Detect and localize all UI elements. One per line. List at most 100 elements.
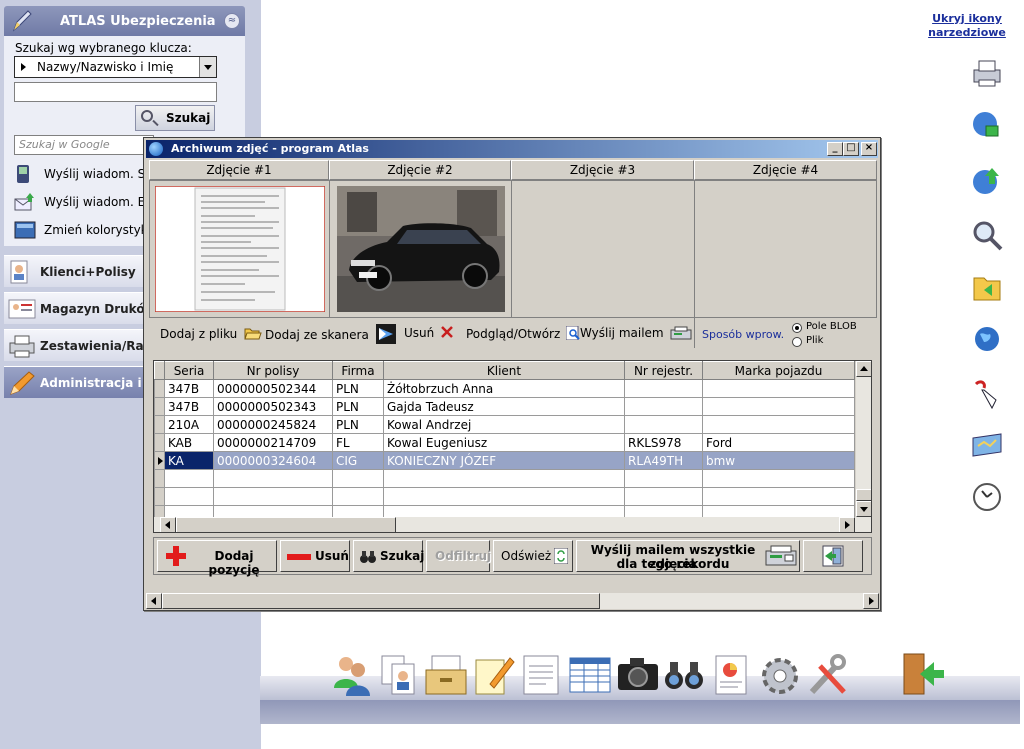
cell-company[interactable]: PLN — [332, 379, 384, 398]
exit-dialog-button[interactable] — [803, 540, 863, 572]
mode-blob-radio[interactable] — [792, 323, 802, 333]
cell-empty[interactable] — [213, 487, 333, 506]
cell-empty[interactable] — [624, 469, 703, 488]
cell-empty[interactable] — [164, 487, 214, 506]
cell-seria[interactable]: 210A — [164, 415, 214, 434]
refresh-button[interactable]: Odśwież — [493, 540, 573, 572]
cell-seria[interactable]: KAB — [164, 433, 214, 452]
cell-policy-number[interactable]: 0000000324604 — [213, 451, 333, 470]
scroll-down-button[interactable] — [856, 501, 871, 517]
clock-icon[interactable] — [970, 480, 1004, 514]
cell-policy-number[interactable]: 0000000214709 — [213, 433, 333, 452]
cell-company[interactable]: FL — [332, 433, 384, 452]
photo-1-header[interactable]: Zdjęcie #1 — [149, 160, 329, 180]
collapse-panel-button[interactable]: ≈ — [224, 13, 240, 29]
table-row[interactable]: 347B 0000000502344 PLN Żółtobrzuch Anna — [154, 379, 855, 398]
database-lock-icon[interactable] — [970, 108, 1004, 142]
table-row[interactable]: KAB 0000000214709 FL Kowal Eugeniusz RKL… — [154, 433, 855, 452]
grid-vertical-scrollbar[interactable] — [855, 361, 871, 517]
spreadsheet-icon[interactable] — [568, 652, 612, 698]
cell-seria[interactable]: KA — [164, 451, 214, 470]
cell-registration[interactable]: RKLS978 — [624, 433, 703, 452]
scroll-left-button[interactable] — [160, 517, 176, 532]
table-row-empty[interactable] — [154, 487, 855, 506]
cell-empty[interactable] — [332, 487, 384, 506]
search-key-select[interactable]: Nazwy/Nazwisko i Imię — [14, 56, 217, 78]
hide-toolbar-icons-link[interactable]: Ukryj ikony narzedziowe — [922, 12, 1012, 40]
printer-icon[interactable] — [970, 56, 1004, 90]
car-photo-thumbnail[interactable] — [337, 186, 505, 312]
row-indicator[interactable] — [154, 379, 165, 398]
cell-vehicle-make[interactable] — [702, 397, 855, 416]
col-registration[interactable]: Nr rejestr. — [624, 361, 703, 380]
col-policy-number[interactable]: Nr polisy — [213, 361, 333, 380]
dropdown-arrow-icon[interactable] — [199, 57, 216, 77]
globe-upload-icon[interactable] — [970, 164, 1004, 198]
cell-seria[interactable]: 347B — [164, 397, 214, 416]
scroll-thumb-horizontal[interactable] — [162, 593, 600, 609]
scroll-right-button[interactable] — [839, 517, 855, 532]
notes-icon[interactable] — [520, 652, 564, 698]
cell-registration[interactable] — [624, 379, 703, 398]
photo-slot-3[interactable] — [512, 181, 695, 317]
photo-slot-1[interactable] — [150, 181, 330, 317]
mode-file-radio[interactable] — [792, 337, 802, 347]
camera-icon[interactable] — [616, 652, 660, 698]
cell-company[interactable]: CIG — [332, 451, 384, 470]
row-indicator[interactable] — [154, 433, 165, 452]
edit-notepad-icon[interactable] — [472, 652, 516, 698]
cell-client[interactable]: Gajda Tadeusz — [383, 397, 625, 416]
tools-icon[interactable] — [806, 652, 850, 698]
archive-drawer-icon[interactable] — [424, 652, 468, 698]
scroll-left-button[interactable] — [146, 593, 162, 609]
photo-3-header[interactable]: Zdjęcie #3 — [511, 160, 694, 180]
document-scan-thumbnail[interactable] — [155, 186, 325, 312]
cell-empty[interactable] — [383, 469, 625, 488]
documents-user-icon[interactable] — [378, 652, 422, 698]
photo-4-header[interactable]: Zdjęcie #4 — [694, 160, 877, 180]
search-button[interactable]: Szukaj — [135, 105, 215, 131]
report-chart-icon[interactable] — [710, 652, 754, 698]
add-from-file-button[interactable]: Dodaj z pliku — [160, 326, 262, 341]
scroll-right-button[interactable] — [863, 593, 879, 609]
dialog-horizontal-scrollbar[interactable] — [146, 593, 879, 609]
preview-open-button[interactable]: Podgląd/Otwórz — [466, 325, 580, 341]
col-seria[interactable]: Seria — [164, 361, 214, 380]
cell-registration[interactable]: RLA49TH — [624, 451, 703, 470]
add-from-scanner-button[interactable]: Dodaj ze skanera — [265, 324, 396, 344]
cell-client[interactable]: Żółtobrzuch Anna — [383, 379, 625, 398]
cell-registration[interactable] — [624, 397, 703, 416]
delete-record-button[interactable]: Usuń — [280, 540, 350, 572]
scroll-thumb-horizontal[interactable] — [176, 517, 396, 532]
table-row[interactable]: 210A 0000000245824 PLN Kowal Andrzej — [154, 415, 855, 434]
row-indicator[interactable] — [154, 397, 165, 416]
globe-icon[interactable] — [970, 322, 1004, 356]
map-card-icon[interactable] — [970, 428, 1004, 462]
cell-empty[interactable] — [383, 487, 625, 506]
cell-policy-number[interactable]: 0000000502344 — [213, 379, 333, 398]
scroll-thumb[interactable] — [856, 489, 871, 501]
email-photo-button[interactable]: Wyślij mailem — [580, 326, 692, 340]
maximize-button[interactable]: □ — [843, 142, 859, 156]
col-vehicle-make[interactable]: Marka pojazdu — [702, 361, 855, 380]
scroll-up-button[interactable] — [856, 361, 871, 377]
cell-seria[interactable]: 347B — [164, 379, 214, 398]
photo-slot-4[interactable] — [695, 181, 876, 317]
binoculars-icon[interactable] — [662, 652, 706, 698]
cell-company[interactable]: PLN — [332, 397, 384, 416]
add-record-button[interactable]: Dodaj pozycję — [157, 540, 277, 577]
grid-horizontal-scrollbar[interactable] — [154, 517, 871, 532]
table-row-selected[interactable]: KA 0000000324604 CIG KONIECZNY JÓZEF RLA… — [154, 451, 855, 470]
cell-client[interactable]: Kowal Eugeniusz — [383, 433, 625, 452]
users-icon[interactable] — [330, 652, 374, 698]
cell-empty[interactable] — [702, 469, 855, 488]
cell-empty[interactable] — [213, 469, 333, 488]
cell-client[interactable]: KONIECZNY JÓZEF — [383, 451, 625, 470]
search-input[interactable] — [14, 82, 217, 102]
close-button[interactable]: × — [861, 142, 877, 156]
cell-empty[interactable] — [624, 487, 703, 506]
row-indicator-current[interactable] — [154, 451, 165, 470]
cell-vehicle-make[interactable]: bmw — [702, 451, 855, 470]
exit-door-icon[interactable] — [900, 652, 944, 698]
cell-empty[interactable] — [702, 487, 855, 506]
